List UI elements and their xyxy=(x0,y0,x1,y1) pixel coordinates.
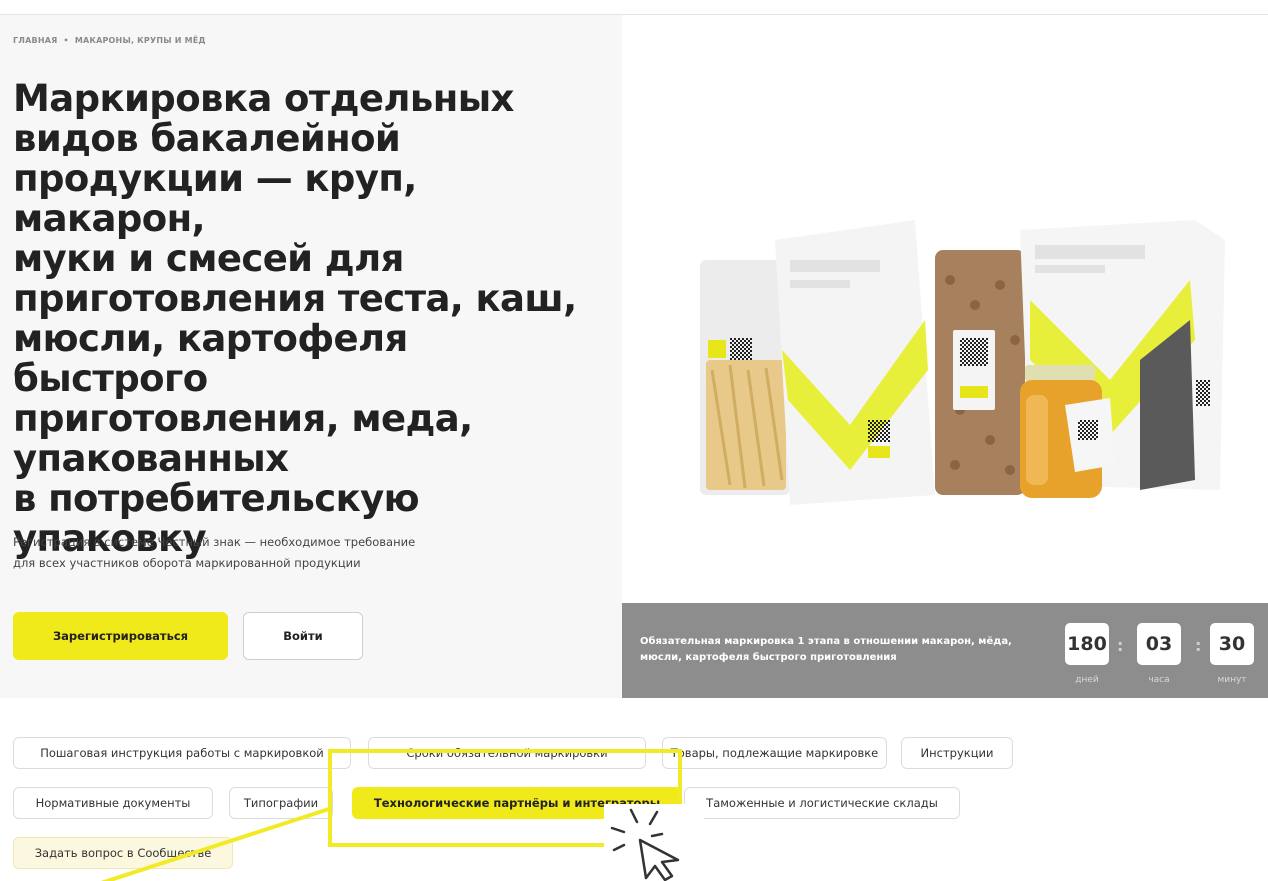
tag-printing-houses[interactable]: Типографии xyxy=(229,787,333,819)
countdown-days: 180 xyxy=(1065,623,1109,665)
cursor-callout-background xyxy=(604,804,704,881)
pasta-bag-image xyxy=(700,260,790,495)
tag-customs-warehouses[interactable]: Таможенные и логистические склады xyxy=(684,787,960,819)
countdown-minutes-label: минут xyxy=(1217,675,1247,685)
breadcrumb-current-link[interactable]: МАКАРОНЫ, КРУПЫ И МЁД xyxy=(75,36,206,45)
tag-regulatory-documents[interactable]: Нормативные документы xyxy=(13,787,213,819)
countdown-hours-label: часа xyxy=(1148,675,1170,685)
breadcrumb-home-link[interactable]: ГЛАВНАЯ xyxy=(13,36,57,45)
products-illustration xyxy=(700,220,1225,505)
tag-step-by-step-guide[interactable]: Пошаговая инструкция работы с маркировко… xyxy=(13,737,351,769)
countdown-days-label: дней xyxy=(1075,675,1099,685)
page-subtitle: Регистрация в системе Честный знак — нео… xyxy=(13,535,416,570)
grain-bag-image xyxy=(935,250,1025,495)
countdown-colon-1: : xyxy=(1117,636,1124,655)
countdown-banner: Обязательная маркировка 1 этапа в отноше… xyxy=(622,603,1268,698)
tag-deadlines[interactable]: Сроки обязательной маркировки xyxy=(368,737,646,769)
flour-bag-image xyxy=(775,220,935,505)
tag-instructions[interactable]: Инструкции xyxy=(901,737,1013,769)
breadcrumb-separator: • xyxy=(63,36,69,45)
countdown-hours: 03 xyxy=(1137,623,1181,665)
breadcrumb: ГЛАВНАЯ • МАКАРОНЫ, КРУПЫ И МЁД xyxy=(13,36,206,45)
login-button[interactable]: Войти xyxy=(243,612,363,660)
countdown-minutes: 30 xyxy=(1210,623,1254,665)
tag-products-subject[interactable]: Товары, подлежащие маркировке xyxy=(662,737,887,769)
countdown-text: Обязательная маркировка 1 этапа в отноше… xyxy=(640,636,1012,663)
tag-ask-community[interactable]: Задать вопрос в Сообществе xyxy=(13,837,233,869)
register-button[interactable]: Зарегистрироваться xyxy=(13,612,228,660)
page-title: Маркировка отдельных видов бакалейной пр… xyxy=(13,77,577,560)
countdown-colon-2: : xyxy=(1195,636,1202,655)
